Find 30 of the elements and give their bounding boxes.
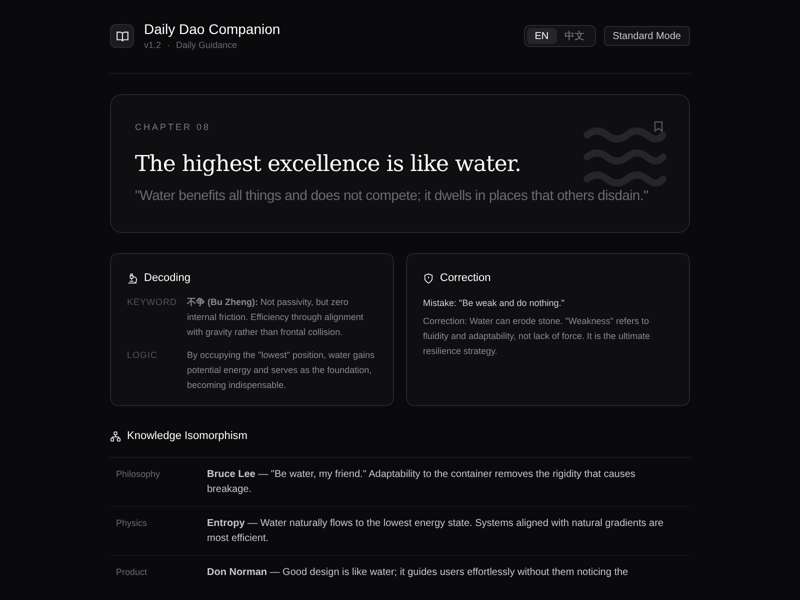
analogy-text: Entropy — Water naturally flows to the lowest energy state. Systems aligned with natural gradients are most efficient. xyxy=(207,516,664,546)
analogy-text: Don Norman — Good design is like water; it guides users effortlessly without them noticing the xyxy=(207,566,628,580)
chapter-quote: "Water benefits all things and does not compete; it dwells in places that others disdain." xyxy=(135,186,650,205)
language-tab[interactable]: 中文 xyxy=(556,28,593,44)
book-icon xyxy=(116,30,128,43)
row-text: By occupying the "lowest" position, water gains potential energy and serves as the foundation, becoming indispensable. xyxy=(187,348,376,392)
microscope-icon xyxy=(127,272,138,284)
row-key: KEYWORD xyxy=(127,294,187,340)
card-title: Decoding xyxy=(144,271,190,286)
field-label: Physics xyxy=(115,516,148,530)
app-title: Daily Dao Companion xyxy=(144,20,280,38)
mistake-text: Mistake: "Be weak and do nothing." xyxy=(423,296,566,310)
row-text: 不争 (Bu Zheng): Not passivity, but zero internal friction. Efficiency through alignment with gravity rather than frontal collision. xyxy=(187,296,364,339)
card-title: Correction xyxy=(440,271,491,286)
chapter-label: CHAPTER 08 xyxy=(135,120,211,134)
bookmark-icon[interactable] xyxy=(654,120,663,132)
subtitle: Daily Guidance xyxy=(176,39,238,52)
shield-icon xyxy=(423,272,434,284)
analogy-text: Bruce Lee — "Be water, my friend." Adaptability to the container removes the rigidity that causes breakage. xyxy=(207,468,636,496)
row-key: LOGIC xyxy=(127,348,187,392)
language-tab[interactable]: EN xyxy=(526,28,557,44)
mode-button[interactable]: Standard Mode xyxy=(604,26,690,46)
chapter-title: The highest excellence is like water. xyxy=(135,151,521,179)
field-label: Philosophy xyxy=(115,468,162,481)
section-title: Knowledge Isomorphism xyxy=(127,429,248,444)
hierarchy-icon xyxy=(110,430,121,442)
field-label: Product xyxy=(115,566,148,578)
correction-text: Correction: Water can erode stone. "Weakness" refers to fluidity and adaptability, not lack of force. It is the ultimate resilience strategy. xyxy=(423,315,651,358)
version-label: v1.2 xyxy=(144,39,162,52)
separator-dot: · xyxy=(167,39,170,52)
